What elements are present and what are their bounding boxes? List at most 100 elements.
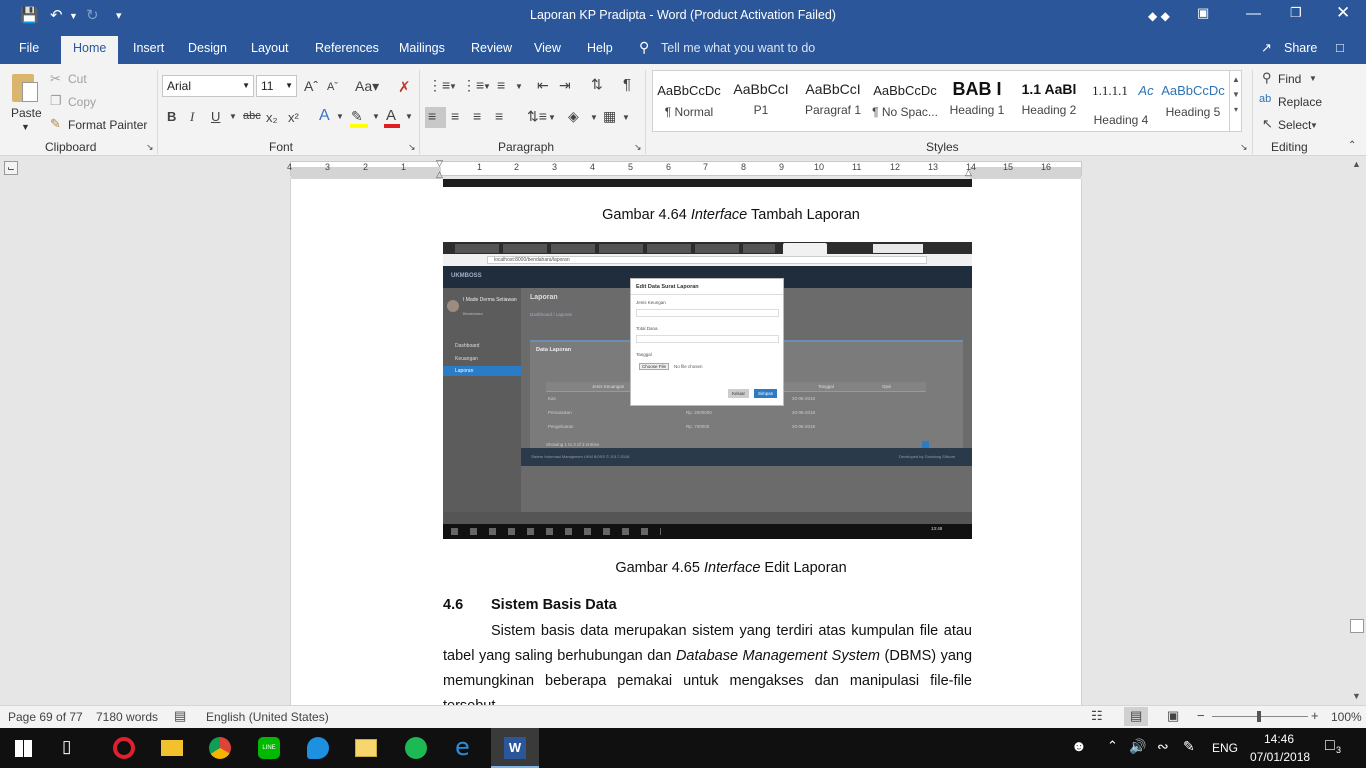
numbering-icon[interactable]: ⋮≡ [462,77,484,94]
zoom-level[interactable]: 100% [1331,710,1362,724]
bold-icon[interactable]: B [167,109,176,124]
font-color-icon[interactable]: A [386,107,396,124]
tab-view[interactable]: View [534,41,561,55]
notifications-icon[interactable]: □ [1325,737,1335,755]
tab-layout[interactable]: Layout [251,41,289,55]
highlight-icon[interactable]: ✎ [351,108,363,125]
tray-chevron-icon[interactable]: ⌃ [1107,738,1118,754]
select-button[interactable]: Select [1278,118,1311,132]
subscript-icon[interactable]: x₂ [266,110,278,125]
find-dropdown-icon[interactable]: ▼ [1309,74,1317,83]
style-normal[interactable]: AaBbCcDc ¶ Normal [653,71,725,131]
decrease-indent-icon[interactable]: ⇤ [537,77,549,94]
print-layout-icon[interactable]: ▤ [1130,708,1142,724]
style-heading-5[interactable]: AaBbCcDc Heading 5 [1157,71,1229,131]
font-launcher-icon[interactable]: ↘ [408,142,416,153]
replace-button[interactable]: Replace [1278,95,1322,109]
highlight-dropdown-icon[interactable]: ▼ [372,112,380,121]
vertical-scrollbar[interactable]: ▲ ▼ [1348,157,1366,705]
collapse-ribbon-icon[interactable]: ⌃ [1348,140,1356,151]
italic-icon[interactable]: I [190,109,194,125]
paste-icon[interactable] [10,70,42,106]
pen-icon[interactable]: ✎ [1183,738,1195,755]
borders-dropdown-icon[interactable]: ▼ [622,113,630,122]
scroll-up-icon[interactable]: ▲ [1352,159,1361,169]
change-case-icon[interactable]: Aa▾ [355,78,379,95]
language-status[interactable]: English (United States) [206,710,329,724]
styles-launcher-icon[interactable]: ↘ [1240,142,1248,153]
multilevel-list-icon[interactable]: ≡ [497,77,505,93]
borders-icon[interactable]: ▦ [603,108,616,125]
style-heading-1[interactable]: BAB I Heading 1 [941,71,1013,131]
word-count[interactable]: 7180 words [96,710,158,724]
tab-review[interactable]: Review [471,41,512,55]
right-indent-icon[interactable]: △ [965,167,972,178]
show-formatting-icon[interactable]: ¶ [623,76,631,93]
app-drop-icon[interactable] [307,737,329,759]
bullets-icon[interactable]: ⋮≡ [428,77,450,94]
underline-dropdown-icon[interactable]: ▼ [229,112,237,121]
format-painter-button[interactable]: Format Painter [68,118,147,132]
strikethrough-icon[interactable]: abc [243,110,261,122]
justify-icon[interactable]: ≡ [495,108,503,124]
grow-font-icon[interactable]: Aˆ [304,78,318,94]
tab-help[interactable]: Help [587,41,613,55]
align-left-icon[interactable]: ≡ [428,108,436,124]
word-taskbar-button-active[interactable]: W [491,728,539,768]
paste-button[interactable]: Paste [11,106,42,120]
sticky-notes-icon[interactable] [355,739,377,757]
multilevel-dropdown-icon[interactable]: ▼ [515,82,523,91]
font-color-dropdown-icon[interactable]: ▼ [405,112,413,121]
select-dropdown-icon[interactable]: ▼ [1310,121,1318,130]
shading-dropdown-icon[interactable]: ▼ [590,113,598,122]
styles-scroll[interactable]: ▲ ▼ ▾ [1229,71,1242,131]
cut-button[interactable]: Cut [68,72,87,86]
font-size-select[interactable]: 11 ▼ [256,75,297,97]
ribbon-display-icon[interactable]: ▣ [1197,5,1209,21]
clear-formatting-icon[interactable]: ✗ [398,78,411,96]
paragraph-launcher-icon[interactable]: ↘ [634,142,642,153]
align-right-icon[interactable]: ≡ [473,108,481,124]
increase-indent-icon[interactable]: ⇥ [559,77,571,94]
file-explorer-icon[interactable] [161,740,183,756]
people-icon[interactable]: ☻ [1071,738,1087,755]
indent-marker-icon[interactable]: ▽ [436,158,443,169]
spotify-icon[interactable] [405,737,427,759]
task-view-icon[interactable]: ▯ [62,737,71,757]
close-icon[interactable]: ✕ [1336,3,1350,23]
superscript-icon[interactable]: x² [288,110,299,125]
tab-references[interactable]: References [315,41,379,55]
tab-selector[interactable]: ⌙ [4,161,18,175]
tab-design[interactable]: Design [188,41,227,55]
find-button[interactable]: Find [1278,72,1301,86]
wifi-icon[interactable]: ∾ [1157,738,1169,755]
align-center-icon[interactable]: ≡ [451,108,459,124]
document-page[interactable]: Gambar 4.64 Interface Tambah Laporan loc… [290,179,1082,705]
line-spacing-dropdown-icon[interactable]: ▼ [548,113,556,122]
style-p1[interactable]: AaBbCcI P1 [725,71,797,131]
zoom-out-icon[interactable]: − [1197,708,1205,723]
text-effects-icon[interactable]: A [319,107,330,125]
edge-icon[interactable]: e [455,733,470,761]
paste-dropdown-icon[interactable]: ▼ [21,122,30,132]
sort-icon[interactable]: ⇅ [591,76,603,93]
zoom-slider-thumb[interactable] [1257,711,1261,722]
bullets-dropdown-icon[interactable]: ▼ [449,82,457,91]
shading-icon[interactable]: ◈ [568,108,579,125]
opera-icon[interactable] [113,737,135,759]
tab-mailings[interactable]: Mailings [399,41,445,55]
font-name-select[interactable]: Arial ▼ [162,75,254,97]
zoom-in-icon[interactable]: + [1311,708,1319,723]
chrome-icon[interactable] [209,737,231,759]
line-icon[interactable]: LINE [258,737,280,759]
scroll-thumb[interactable] [1350,619,1364,633]
tab-home[interactable]: Home [61,36,119,64]
tab-insert[interactable]: Insert [133,41,164,55]
input-language[interactable]: ENG [1212,741,1238,755]
volume-icon[interactable]: 🔊 [1129,738,1146,755]
page-count[interactable]: Page 69 of 77 [8,710,83,724]
scroll-down-icon[interactable]: ▼ [1352,691,1361,701]
style-no-spacing[interactable]: AaBbCcDc ¶ No Spac... [869,71,941,131]
style-heading-2[interactable]: 1.1 AaBl Heading 2 [1013,71,1085,131]
web-layout-icon[interactable]: ▣ [1167,708,1179,724]
